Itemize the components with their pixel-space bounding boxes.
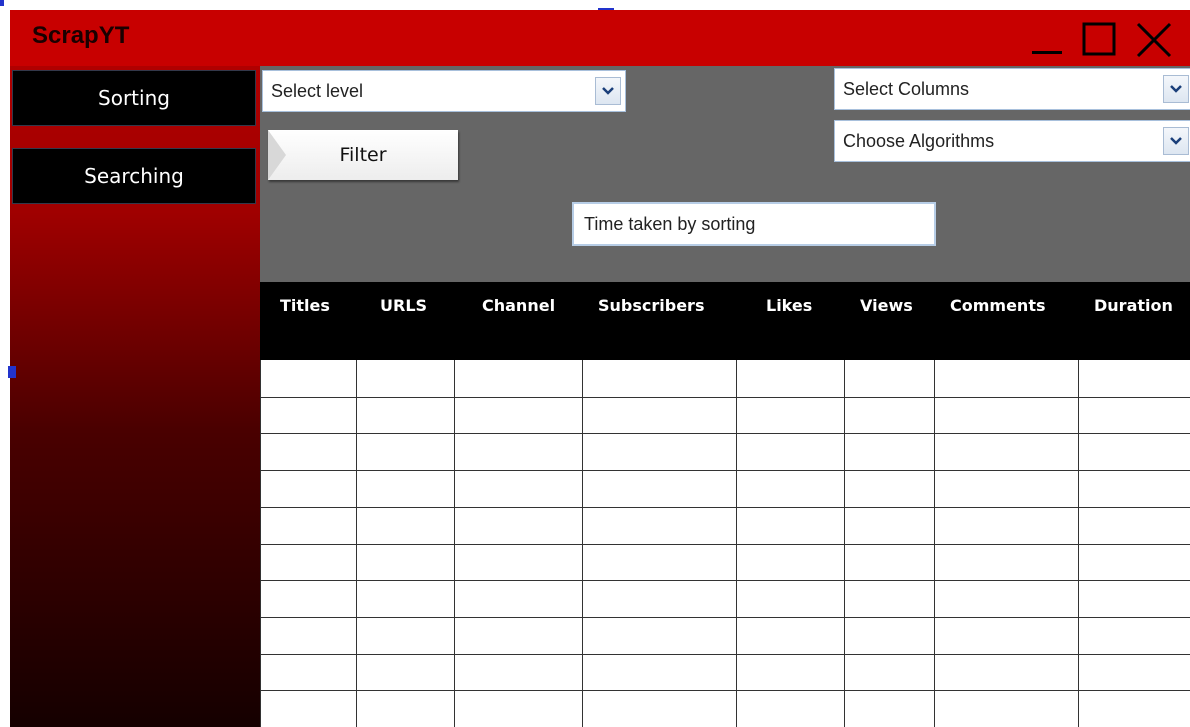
app-window: ScrapYT Sorting Searching Select level S… (10, 10, 1190, 727)
level-select[interactable]: Select level (262, 70, 626, 112)
table-row-divider (260, 654, 1190, 655)
column-header-likes[interactable]: Likes (766, 296, 812, 315)
title-bar: ScrapYT (10, 10, 1190, 66)
table-row-divider (260, 544, 1190, 545)
table-column-divider (356, 360, 357, 727)
control-panel: Select level Select Columns Choose Algor… (260, 66, 1190, 282)
data-table-grid[interactable] (260, 360, 1190, 727)
resize-handle[interactable] (8, 366, 16, 378)
close-icon (1136, 22, 1172, 58)
chevron-down-icon[interactable] (595, 77, 621, 105)
column-header-titles[interactable]: Titles (280, 296, 330, 315)
columns-select[interactable]: Select Columns (834, 68, 1190, 110)
chevron-down-icon[interactable] (1163, 127, 1189, 155)
sidebar-item-label: Sorting (98, 86, 170, 110)
maximize-button[interactable] (1080, 20, 1120, 60)
filter-button[interactable]: Filter (268, 130, 458, 180)
minimize-icon (1032, 51, 1062, 54)
algorithms-select-value: Choose Algorithms (843, 131, 995, 151)
table-column-divider (934, 360, 935, 727)
table-row-divider (260, 507, 1190, 508)
column-header-subscribers[interactable]: Subscribers (598, 296, 704, 315)
columns-select-value: Select Columns (843, 79, 970, 99)
sorting-time-field: Time taken by sorting (572, 202, 936, 246)
table-header: Titles URLS Channel Subscribers Likes Vi… (260, 282, 1190, 360)
column-header-views[interactable]: Views (860, 296, 913, 315)
table-column-divider (1078, 360, 1079, 727)
table-column-divider (844, 360, 845, 727)
table-row-divider (260, 617, 1190, 618)
table-column-divider (582, 360, 583, 727)
sidebar-item-sorting[interactable]: Sorting (12, 70, 256, 126)
table-row-divider (260, 470, 1190, 471)
column-header-comments[interactable]: Comments (950, 296, 1046, 315)
table-row-divider (260, 433, 1190, 434)
sidebar-item-searching[interactable]: Searching (12, 148, 256, 204)
app-title: ScrapYT (32, 22, 130, 49)
table-row-divider (260, 690, 1190, 691)
table-column-divider (454, 360, 455, 727)
column-header-urls[interactable]: URLS (380, 296, 427, 315)
column-header-channel[interactable]: Channel (482, 296, 555, 315)
column-header-duration[interactable]: Duration (1094, 296, 1173, 315)
filter-button-label: Filter (339, 144, 387, 166)
sidebar: Sorting Searching (10, 66, 260, 727)
resize-handle[interactable] (0, 0, 4, 6)
minimize-button[interactable] (1028, 20, 1068, 60)
level-select-value: Select level (271, 81, 364, 101)
close-button[interactable] (1134, 20, 1174, 60)
sidebar-item-label: Searching (84, 164, 184, 188)
maximize-icon (1082, 22, 1116, 56)
chevron-down-icon[interactable] (1163, 75, 1189, 103)
table-row-divider (260, 580, 1190, 581)
algorithms-select[interactable]: Choose Algorithms (834, 120, 1190, 162)
filter-button-decoration (268, 130, 286, 180)
table-column-divider (260, 360, 261, 727)
table-column-divider (736, 360, 737, 727)
table-row-divider (260, 397, 1190, 398)
